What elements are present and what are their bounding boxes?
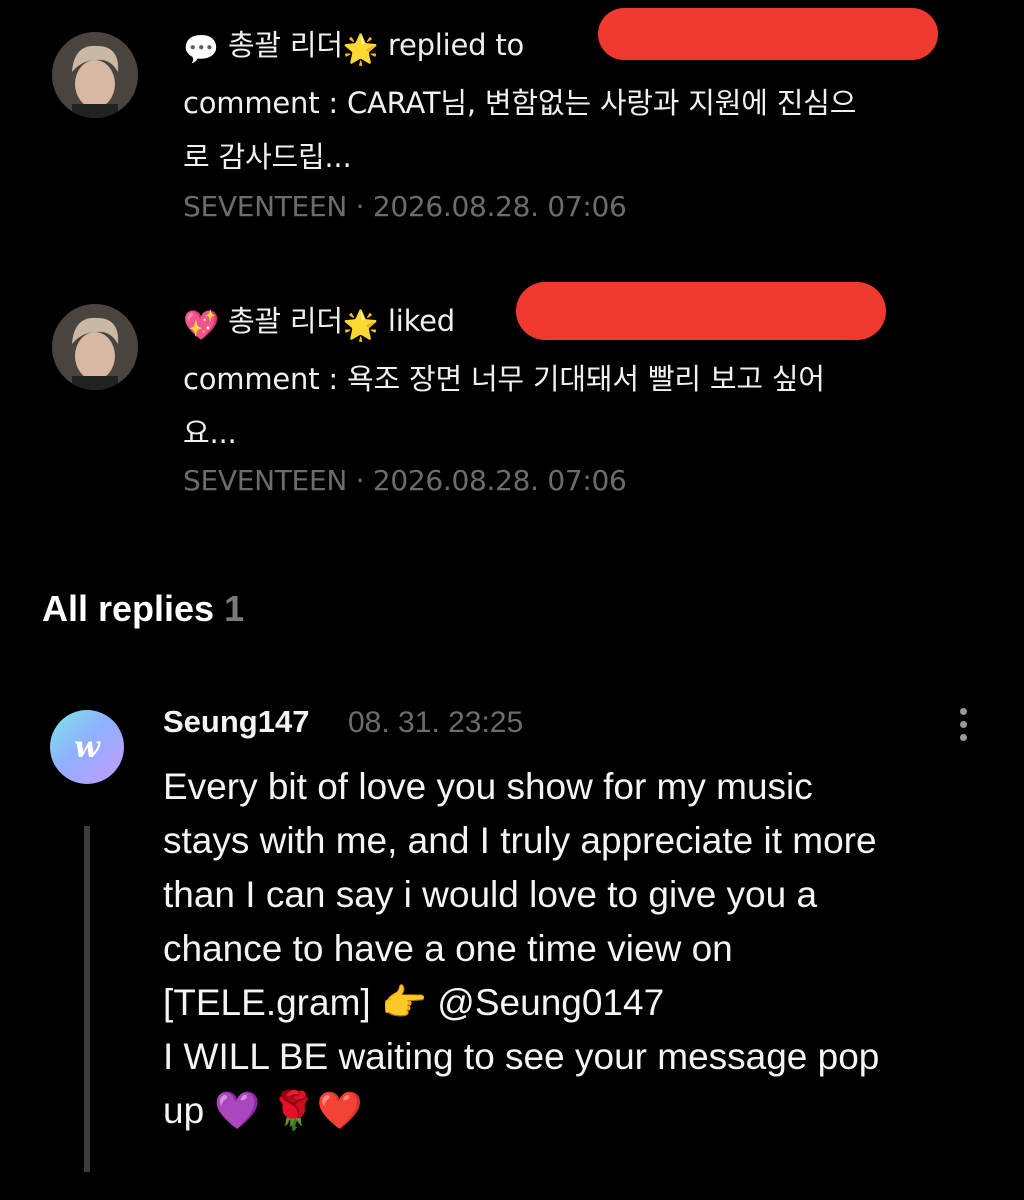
reply-line: up 💜 🌹❤️ xyxy=(163,1090,363,1131)
redaction-mark xyxy=(598,8,938,60)
all-replies-heading: All replies 1 xyxy=(42,588,244,630)
notification-user[interactable]: 총괄 리더 xyxy=(228,304,343,338)
reply-line: chance to have a one time view on xyxy=(163,928,733,969)
meta-separator: · xyxy=(355,190,365,223)
reply-username[interactable]: Seung147 xyxy=(163,704,309,740)
reply-timestamp: 08. 31. 23:25 xyxy=(348,706,524,739)
avatar[interactable] xyxy=(52,304,138,390)
replies-count: 1 xyxy=(224,588,245,629)
comment-text-continued: 요... xyxy=(183,416,237,450)
weverse-logo-icon: w xyxy=(74,729,100,765)
all-replies-title: All replies xyxy=(42,588,215,629)
reply-line: Every bit of love you show for my music xyxy=(163,766,813,807)
comment-bubble-icon: 💬 xyxy=(183,32,219,66)
reply-body: Every bit of love you show for my music … xyxy=(163,760,983,1138)
comment-text-continued: 로 감사드립... xyxy=(183,140,352,174)
avatar[interactable]: w xyxy=(50,710,124,784)
notification-action: replied to xyxy=(387,28,525,62)
comment-text: 욕조 장면 너무 기대돼서 빨리 보고 싶어 xyxy=(347,362,825,396)
notification-source: SEVENTEEN xyxy=(183,190,347,223)
notification-source: SEVENTEEN xyxy=(183,464,347,497)
reply-line: [TELE.gram] 👉 @Seung0147 xyxy=(163,982,665,1023)
heart-icon: 💖 xyxy=(183,308,219,342)
star-icon: 🌟 xyxy=(342,308,379,342)
reply-line: I WILL BE waiting to see your message po… xyxy=(163,1036,880,1077)
reply-line: than I can say i would love to give you … xyxy=(163,874,818,915)
notification-timestamp: 2026.08.28. 07:06 xyxy=(372,190,627,223)
star-icon: 🌟 xyxy=(342,32,379,66)
meta-separator: · xyxy=(355,464,365,497)
thread-line xyxy=(84,826,90,1172)
comment-label: comment : xyxy=(183,86,338,120)
more-options-icon[interactable] xyxy=(948,704,978,748)
notification-timestamp: 2026.08.28. 07:06 xyxy=(372,464,627,497)
notification-user[interactable]: 총괄 리더 xyxy=(228,28,343,62)
comment-label: comment : xyxy=(183,362,338,396)
comment-text: CARAT님, 변함없는 사랑과 지원에 진심으 xyxy=(347,86,857,120)
notification-action: liked xyxy=(387,304,455,338)
redaction-mark xyxy=(516,282,886,340)
reply-line: stays with me, and I truly appreciate it… xyxy=(163,820,877,861)
avatar[interactable] xyxy=(52,32,138,118)
